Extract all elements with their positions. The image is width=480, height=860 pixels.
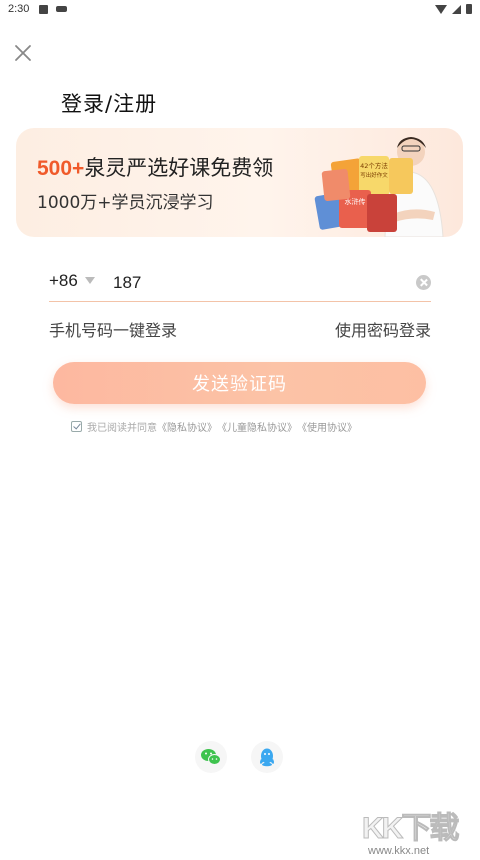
site-watermark: KK下载 www.kkx.net [361, 803, 480, 860]
wechat-login-button[interactable] [195, 741, 227, 773]
phone-number-row: +86 [49, 266, 431, 302]
notification-icon [39, 4, 49, 14]
signal-icon [452, 4, 461, 14]
agreement-prefix: 我已阅读并同意 [87, 423, 157, 434]
caret-down-icon[interactable] [85, 277, 95, 284]
close-icon [15, 45, 31, 61]
book-label: 42个方法 [360, 161, 388, 170]
banner-teacher-books-illustration: 42个方法 写出好作文 水浒传 [314, 137, 444, 237]
banner-headline: 500+泉灵严选好课免费领 [37, 152, 273, 182]
page-title: 登录/注册 [61, 92, 158, 116]
watermark-url: www.kkx.net [368, 845, 430, 857]
terms-of-use-link[interactable]: 《使用协议》 [297, 419, 357, 434]
phone-number-input[interactable] [113, 268, 403, 298]
status-time: 2:30 [8, 3, 30, 15]
notification-icon [56, 6, 68, 12]
clear-input-icon[interactable] [416, 275, 431, 290]
agreement-checkbox[interactable] [71, 421, 82, 432]
qq-icon [260, 748, 274, 767]
banner-subtitle: 1000万+学员沉浸学习 [37, 193, 214, 213]
password-login-link[interactable]: 使用密码登录 [335, 317, 431, 341]
wechat-icon [201, 749, 221, 765]
send-verification-code-button[interactable]: 发送验证码 [53, 362, 426, 404]
battery-icon [466, 4, 472, 14]
one-click-login-link[interactable]: 手机号码一键登录 [49, 317, 177, 341]
banner-headline-text: 泉灵严选好课免费领 [84, 156, 274, 180]
qq-login-button[interactable] [251, 741, 283, 773]
promo-banner[interactable]: 500+泉灵严选好课免费领 1000万+学员沉浸学习 42个方法 写出好作文 水… [16, 128, 463, 237]
book-label: 写出好作文 [360, 171, 388, 179]
country-code-selector[interactable]: +86 [49, 271, 78, 291]
wifi-icon [435, 4, 447, 14]
watermark-logo: KK下载 [361, 812, 459, 846]
close-button[interactable] [12, 42, 34, 64]
banner-headline-accent: 500+ [37, 157, 85, 180]
status-bar: 2:30 [0, 0, 480, 18]
agreement-row: 我已阅读并同意 《隐私协议》 《儿童隐私协议》 《使用协议》 [71, 419, 357, 434]
child-privacy-policy-link[interactable]: 《儿童隐私协议》 [217, 419, 297, 434]
privacy-policy-link[interactable]: 《隐私协议》 [157, 419, 217, 434]
